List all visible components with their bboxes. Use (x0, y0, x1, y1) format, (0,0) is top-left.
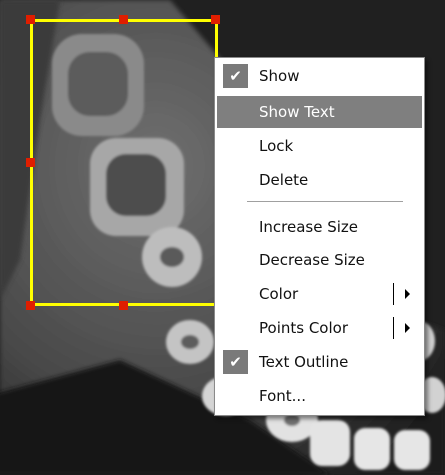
menu-item-label: Delete (259, 171, 309, 189)
menu-item-label: Lock (259, 137, 294, 155)
menu-item-label: Show Text (259, 103, 335, 121)
menu-item-label: Color (259, 285, 299, 303)
roi-handle-bottom-middle[interactable] (119, 301, 128, 310)
menu-item-show-text[interactable]: Show Text (217, 96, 422, 128)
menu-item-label: Increase Size (259, 218, 359, 236)
menu-item-text-outline[interactable]: ✔ Text Outline (217, 346, 422, 378)
menu-item-label: Decrease Size (259, 251, 365, 269)
menu-item-delete[interactable]: Delete (217, 164, 422, 196)
submenu-arrow-icon (405, 323, 410, 333)
submenu-divider (393, 317, 394, 339)
menu-item-label: Points Color (259, 319, 348, 337)
menu-item-lock[interactable]: Lock (217, 130, 422, 162)
checkmark-icon: ✔ (223, 350, 248, 374)
menu-item-decrease-size[interactable]: Decrease Size (217, 244, 422, 276)
roi-handle-top-left[interactable] (26, 15, 35, 24)
roi-handle-middle-left[interactable] (26, 158, 35, 167)
roi-handle-top-right[interactable] (211, 15, 220, 24)
menu-item-show[interactable]: ✔ Show (217, 60, 422, 92)
menu-item-label: Text Outline (259, 353, 349, 371)
checkmark-icon: ✔ (223, 64, 248, 88)
menu-item-points-color[interactable]: Points Color (217, 312, 422, 344)
roi-selection-box[interactable] (26, 15, 220, 310)
menu-item-label: Show (259, 67, 300, 85)
menu-item-increase-size[interactable]: Increase Size (217, 211, 422, 243)
menu-item-color[interactable]: Color (217, 278, 422, 310)
menu-separator (247, 201, 403, 202)
context-menu: ✔ Show Show Text Lock Delete Increase Si… (214, 57, 425, 416)
menu-item-label: Font... (259, 387, 306, 405)
roi-handle-bottom-left[interactable] (26, 301, 35, 310)
roi-handle-top-middle[interactable] (119, 15, 128, 24)
menu-item-font[interactable]: Font... (217, 380, 422, 412)
submenu-divider (393, 283, 394, 305)
submenu-arrow-icon (405, 289, 410, 299)
